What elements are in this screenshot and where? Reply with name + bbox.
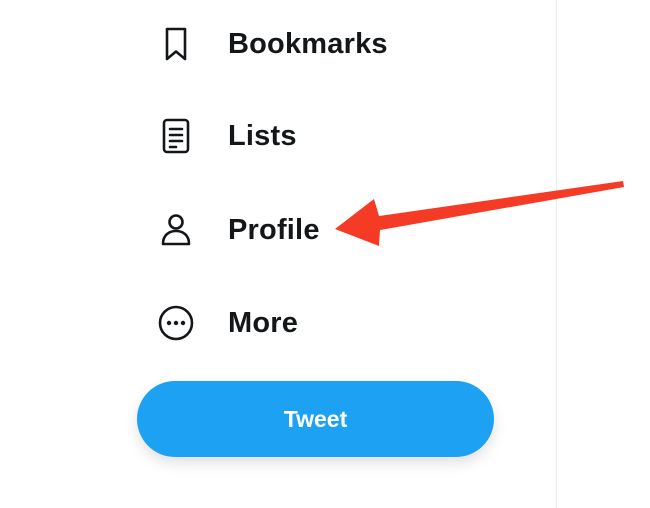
nav-item-label: Lists xyxy=(228,119,297,152)
app-window: Bookmarks Lists Profile More Tweet xyxy=(0,0,650,508)
tweet-button[interactable]: Tweet xyxy=(137,381,494,457)
nav-item-label: More xyxy=(228,306,299,339)
profile-icon xyxy=(150,204,202,256)
sidebar-nav: Bookmarks Lists Profile More Tweet xyxy=(0,0,556,508)
more-icon xyxy=(150,297,202,349)
nav-item-lists[interactable]: Lists xyxy=(150,106,297,166)
list-icon xyxy=(150,110,202,162)
nav-item-more[interactable]: More xyxy=(150,293,298,353)
bookmark-icon xyxy=(150,18,202,70)
column-divider xyxy=(556,0,557,508)
nav-item-bookmarks[interactable]: Bookmarks xyxy=(150,14,388,74)
nav-item-profile[interactable]: Profile xyxy=(150,200,320,260)
nav-item-label: Bookmarks xyxy=(228,27,388,60)
nav-item-label: Profile xyxy=(228,213,320,246)
